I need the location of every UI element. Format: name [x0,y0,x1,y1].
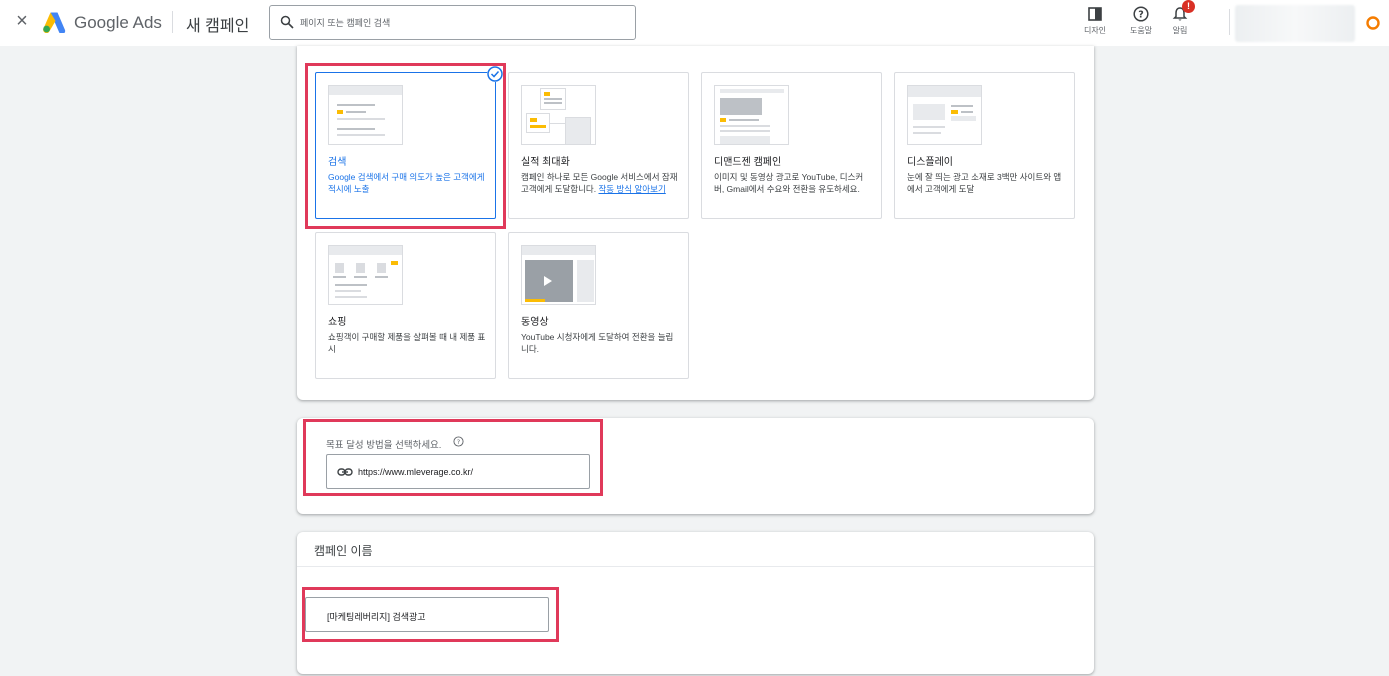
demand-gen-illustration [714,85,789,145]
campaign-type-title: 쇼핑 [328,317,347,328]
campaign-type-description: 쇼핑객이 구매할 제품을 살펴볼 때 내 제품 표시 [328,332,486,354]
search-icon [280,15,294,29]
campaign-type-title: 실적 최대화 [521,157,570,168]
appearance-label: 디자인 [1083,26,1107,35]
campaign-type-shopping[interactable]: 쇼핑 쇼핑객이 구매할 제품을 살펴볼 때 내 제품 표시 [315,232,496,379]
notification-badge: ! [1182,0,1195,13]
display-illustration [907,85,982,145]
help-icon: ? [1133,6,1149,22]
brand-name: Google Ads [74,13,162,32]
appearance-icon [1088,7,1102,21]
learn-how-it-works-link[interactable]: 작동 방식 알아보기 [598,184,665,194]
goal-highlight [303,419,603,496]
campaign-type-description: 눈에 잘 띄는 광고 소재로 3백만 사이트와 앱에서 고객에게 도달 [907,172,1062,194]
help-label: 도움말 [1129,26,1153,35]
toolbar-divider [1229,9,1230,35]
performance-max-illustration [521,85,596,145]
campaign-type-description: 이미지 및 동영상 광고로 YouTube, 디스커버, Gmail에서 수요와… [714,172,864,194]
top-app-bar: × Google Ads 새 캠페인 디자인 ? 도움말 ! 알림 [0,0,1389,46]
campaign-type-demand-gen[interactable]: 디맨드젠 캠페인 이미지 및 동영상 광고로 YouTube, 디스커버, Gm… [701,72,882,219]
campaign-type-display[interactable]: 디스플레이 눈에 잘 띄는 광고 소재로 3백만 사이트와 앱에서 고객에게 도… [894,72,1075,219]
svg-text:?: ? [1138,10,1144,21]
search-box[interactable] [269,5,636,40]
campaign-type-performance-max[interactable]: 실적 최대화 캠페인 하나로 모든 Google 서비스에서 잠재고객에게 도달… [508,72,689,219]
google-ads-logo-icon [43,12,66,33]
close-icon[interactable]: × [12,11,32,31]
campaign-type-description: 캠페인 하나로 모든 Google 서비스에서 잠재고객에게 도달합니다. 작동… [521,171,679,195]
appearance-button[interactable]: 디자인 [1077,4,1113,40]
campaign-name-header: 캠페인 이름 [297,532,1094,567]
campaign-name-title: 캠페인 이름 [314,544,373,558]
campaign-name-highlight [302,587,559,642]
account-switcher[interactable] [1235,5,1355,42]
notifications-label: 알림 [1172,26,1188,35]
help-button[interactable]: ? 도움말 [1123,4,1159,40]
search-input[interactable] [300,14,620,32]
shopping-illustration [328,245,403,305]
brand-divider [172,11,173,33]
campaign-type-description: YouTube 시청자에게 도달하여 전환을 늘립니다. [521,332,674,354]
video-illustration [521,245,596,305]
campaign-type-title: 디맨드젠 캠페인 [714,157,782,168]
campaign-type-title: 동영상 [521,317,549,328]
notifications-button[interactable]: ! 알림 [1162,0,1198,40]
page-title: 새 캠페인 [186,18,250,35]
campaign-type-video[interactable]: 동영상 YouTube 시청자에게 도달하여 전환을 늘립니다. [508,232,689,379]
campaign-type-title: 디스플레이 [907,157,953,168]
account-avatar-icon[interactable] [1364,14,1382,32]
search-tile-highlight [305,63,506,229]
